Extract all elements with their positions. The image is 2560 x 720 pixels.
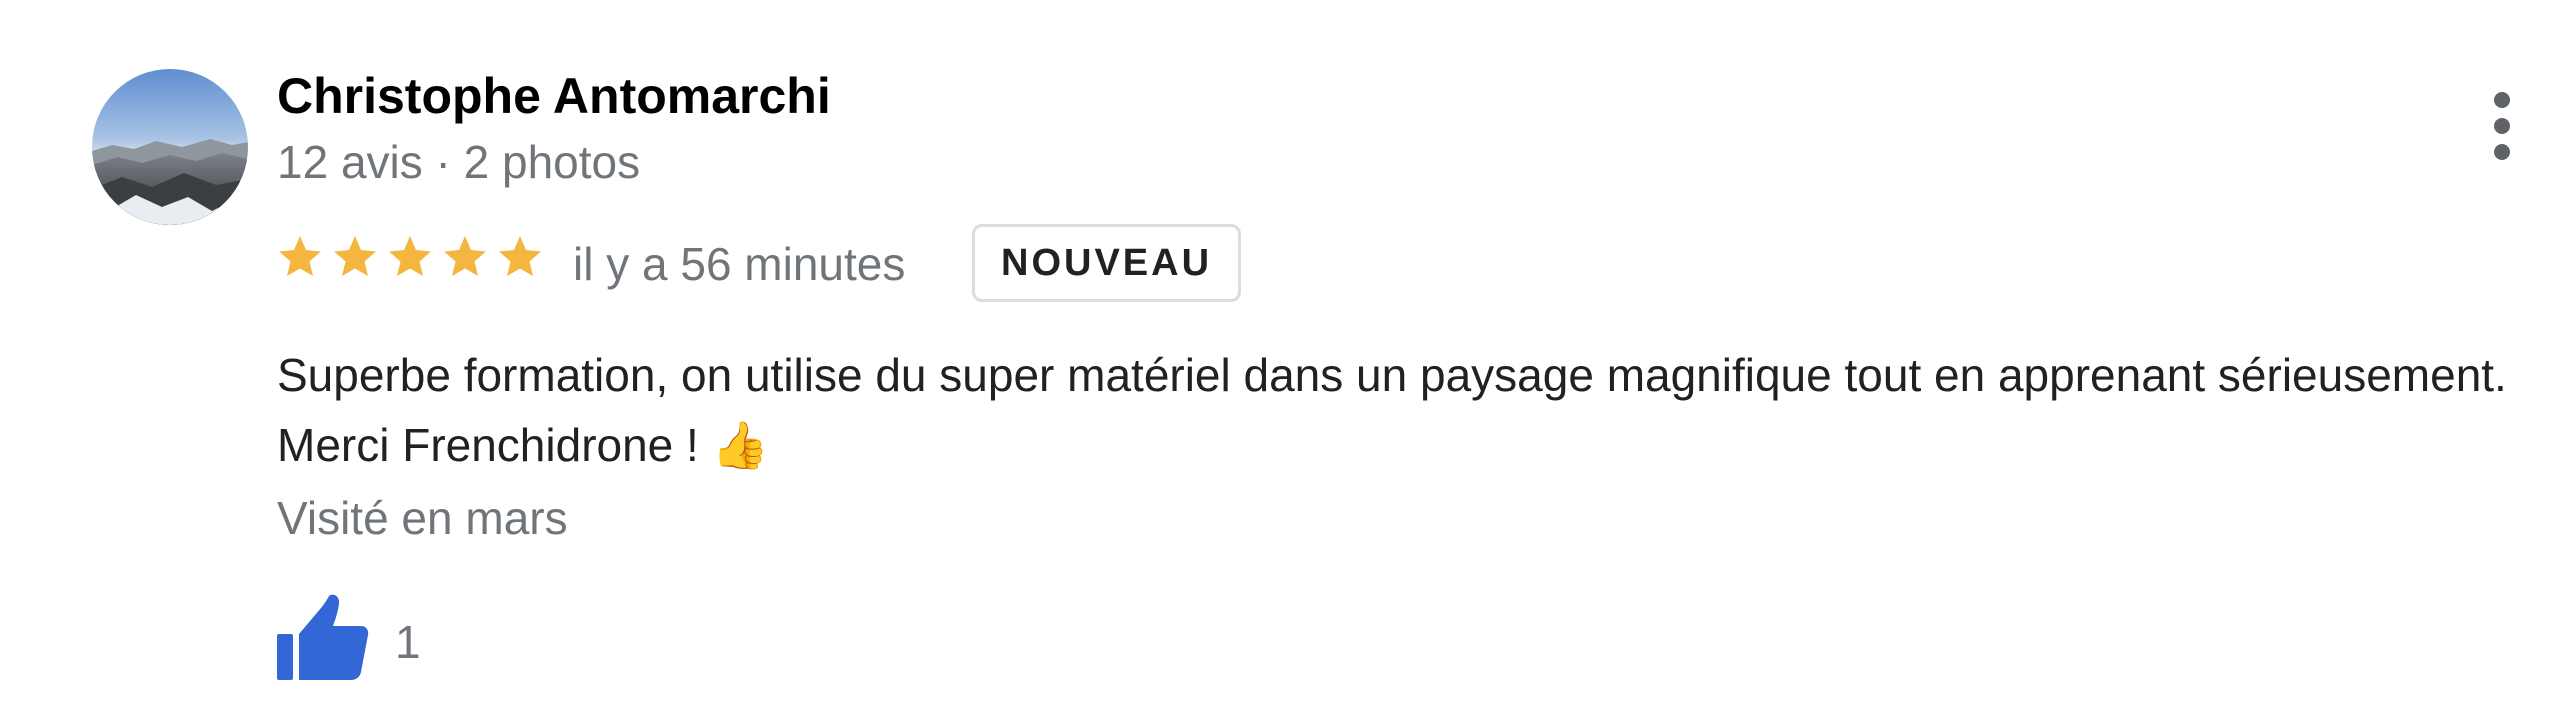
review-text: Superbe formation, on utilise du super m… — [277, 349, 2507, 471]
avatar[interactable] — [92, 69, 248, 225]
star-icon — [387, 234, 433, 280]
more-vert-icon — [2494, 92, 2510, 108]
star-icon — [497, 234, 543, 280]
like-count: 1 — [395, 616, 421, 668]
review-card: Christophe Antomarchi 12 avis · 2 photos… — [0, 0, 2560, 720]
star-icon — [277, 234, 323, 280]
visit-date: Visité en mars — [277, 492, 568, 544]
star-rating — [277, 234, 552, 294]
star-icon — [332, 234, 378, 280]
more-options-button[interactable] — [2478, 88, 2526, 164]
review-time: il y a 56 minutes — [573, 238, 906, 290]
author-meta[interactable]: 12 avis · 2 photos — [277, 132, 640, 192]
more-vert-icon-dot — [2494, 144, 2510, 160]
more-vert-icon-dot — [2494, 118, 2510, 134]
thumbs-up-icon — [277, 594, 369, 680]
new-badge: NOUVEAU — [972, 224, 1242, 302]
star-icon — [442, 234, 488, 280]
avatar-landscape-image — [92, 69, 248, 225]
author-name[interactable]: Christophe Antomarchi — [277, 66, 831, 126]
